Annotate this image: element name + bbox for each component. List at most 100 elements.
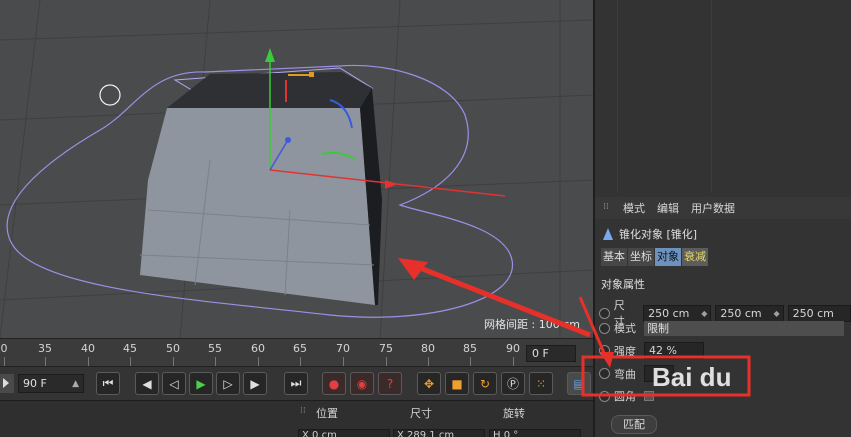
prev-frame-button[interactable]: ◁ xyxy=(162,372,186,395)
next-key-button[interactable]: ▶ xyxy=(243,372,267,395)
bend-radio[interactable] xyxy=(599,368,610,379)
scale-key-button[interactable]: ■ xyxy=(445,372,469,395)
end-frame-field[interactable]: 90 F ▲ xyxy=(18,374,84,393)
spinner-icon: ◆ xyxy=(773,308,780,318)
tick-mark xyxy=(130,357,131,366)
strength-field[interactable]: 42 % xyxy=(644,342,704,359)
box-front-face xyxy=(140,108,375,305)
prev-key-button[interactable]: ◀ xyxy=(135,372,159,395)
record-button[interactable]: ● xyxy=(322,372,346,395)
divider xyxy=(617,0,618,193)
tick-mark xyxy=(513,357,514,366)
current-frame-field[interactable]: 0 F xyxy=(526,345,576,362)
autokey-button[interactable]: ◉ xyxy=(350,372,374,395)
viewport-3d[interactable]: 网格间距 : 100 cm xyxy=(0,0,593,338)
rotation-h-field[interactable]: H 0 ° xyxy=(489,429,581,437)
move-key-icon: ✥ xyxy=(423,376,435,391)
rotate-key-icon: ↻ xyxy=(479,376,491,391)
y-axis-arrow[interactable] xyxy=(265,48,275,62)
pla-key-button[interactable]: ⁙ xyxy=(529,372,553,395)
bend-row: 弯曲 xyxy=(599,365,674,382)
end-frame-value: 90 F xyxy=(23,377,47,390)
grip-icon: ⁞⁞ xyxy=(300,406,306,416)
first-frame-button[interactable]: ⏮ xyxy=(96,372,120,395)
strength-row: 强度 42 % xyxy=(599,342,704,359)
tick-mark xyxy=(343,357,344,366)
viewport-scene[interactable] xyxy=(0,0,593,338)
last-frame-button[interactable]: ⏭ xyxy=(284,372,308,395)
divider xyxy=(711,0,712,193)
menu-user-data[interactable]: 用户数据 xyxy=(691,200,735,216)
z-axis-handle[interactable] xyxy=(285,137,291,143)
tab-basic[interactable]: 基本 xyxy=(601,248,627,266)
mode-dropdown[interactable]: 限制 xyxy=(644,320,844,336)
tick-label: 50 xyxy=(166,342,180,355)
next-frame-icon: ▷ xyxy=(223,376,233,391)
size-z-field[interactable]: 250 cm xyxy=(787,304,851,322)
fillet-label: 圆角 xyxy=(614,390,636,403)
tick-mark xyxy=(45,357,46,366)
grid-spacing-label: 网格间距 : 100 cm xyxy=(484,318,580,331)
bend-label: 弯曲 xyxy=(614,367,636,381)
x-axis-arrow[interactable] xyxy=(385,180,398,189)
play-button[interactable]: ▶ xyxy=(189,372,213,395)
param-key-icon: Ⓟ xyxy=(506,377,519,391)
position-header: 位置 xyxy=(316,407,338,420)
fillet-checkbox[interactable] xyxy=(644,391,654,401)
prev-frame-icon: ◁ xyxy=(169,376,179,391)
menu-edit[interactable]: 编辑 xyxy=(657,200,679,216)
tick-label: 90 xyxy=(506,342,520,355)
taper-handle-point[interactable] xyxy=(309,72,314,77)
menu-mode[interactable]: 模式 xyxy=(623,200,645,216)
tab-falloff[interactable]: 衰减 xyxy=(682,248,708,266)
timeline-ruler[interactable]: 0 35 40 45 50 55 60 65 70 75 80 85 90 0 … xyxy=(0,338,593,366)
rotate-key-button[interactable]: ↻ xyxy=(473,372,497,395)
tab-object[interactable]: 对象 xyxy=(655,248,681,266)
tick-mark xyxy=(173,357,174,366)
param-key-button[interactable]: Ⓟ xyxy=(501,372,525,395)
section-title: 对象属性 xyxy=(601,278,645,291)
tick-label: 0 xyxy=(0,342,8,355)
fillet-row: 圆角 xyxy=(599,388,654,404)
tick-label: 80 xyxy=(421,342,435,355)
pla-key-icon: ⁙ xyxy=(535,376,547,391)
object-title: 锥化对象 [锥化] xyxy=(603,226,697,242)
next-key-icon: ▶ xyxy=(250,376,260,391)
size-y-value: 250 cm xyxy=(720,306,762,320)
scale-key-icon: ■ xyxy=(451,376,463,391)
tick-mark xyxy=(258,357,259,366)
spinner-icon: ◆ xyxy=(701,308,708,318)
bend-field[interactable] xyxy=(644,365,674,382)
timeline-button[interactable]: ▤ xyxy=(567,372,591,395)
size-x-field[interactable]: 250 cm ◆ xyxy=(643,304,712,322)
fit-button[interactable]: 匹配 xyxy=(611,415,657,434)
size-radio[interactable] xyxy=(599,307,610,319)
size-x-field[interactable]: X 289.1 cm xyxy=(393,429,485,437)
size-header: 尺寸 xyxy=(410,407,432,420)
move-key-button[interactable]: ✥ xyxy=(417,372,441,395)
tick-label: 75 xyxy=(379,342,393,355)
tick-mark xyxy=(300,357,301,366)
fillet-radio[interactable] xyxy=(599,390,610,402)
tick-label: 55 xyxy=(208,342,222,355)
object-manager-area[interactable] xyxy=(595,0,851,193)
keyframe-selection-icon: ? xyxy=(386,376,394,391)
tick-mark xyxy=(428,357,429,366)
size-y-field[interactable]: 250 cm ◆ xyxy=(715,304,784,322)
transport-bar: 90 F ▲ ⏮ ◀ ◁ ▶ ▷ ▶ ⏭ ● ◉ ? ✥ ■ ↻ Ⓟ ⁙ ▤ xyxy=(0,366,593,400)
tick-label: 40 xyxy=(81,342,95,355)
right-panel: ⁞⁞ 模式 编辑 用户数据 锥化对象 [锥化] 基本 坐标 对象 衰减 对象属性… xyxy=(593,0,851,437)
coordinates-manager: ⁞⁞ 位置 尺寸 旋转 X 0 cm X 289.1 cm H 0 ° xyxy=(0,400,593,437)
tick-label: 35 xyxy=(38,342,52,355)
keyframe-selection-button[interactable]: ? xyxy=(378,372,402,395)
mode-radio[interactable] xyxy=(599,322,610,334)
play-icon: ▶ xyxy=(196,376,206,391)
tab-coord[interactable]: 坐标 xyxy=(628,248,654,266)
timeline-icon: ▤ xyxy=(573,376,585,391)
play-right-icon xyxy=(3,378,9,388)
strength-radio[interactable] xyxy=(599,345,610,356)
position-x-field[interactable]: X 0 cm xyxy=(298,429,390,437)
tick-mark xyxy=(470,357,471,366)
next-frame-button[interactable]: ▷ xyxy=(216,372,240,395)
min-frame-arrow[interactable] xyxy=(0,374,14,393)
